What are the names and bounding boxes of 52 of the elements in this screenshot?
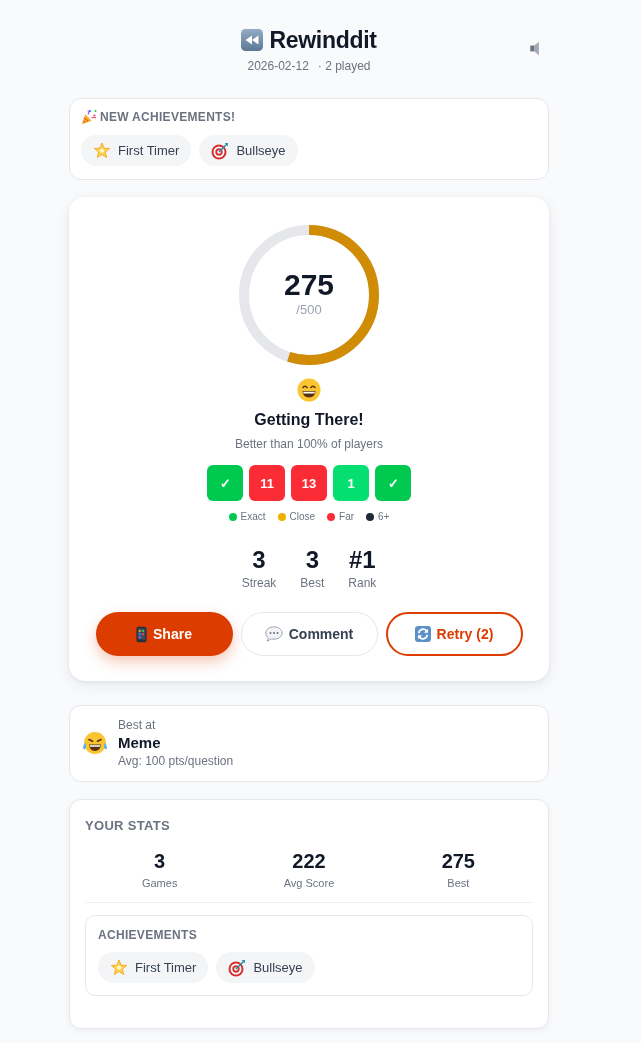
achievement-name: Bullseye [236, 143, 286, 158]
stat-label: Games [141, 876, 178, 890]
date-label: 2026-02-12 [247, 58, 309, 74]
speech-bubble-icon [264, 626, 283, 642]
result-tile: 11 [249, 465, 285, 501]
stat-value: 275 [441, 849, 475, 873]
best-at-caption: Best at [118, 717, 157, 733]
percentile-text: Better than 100% of players [234, 436, 384, 452]
result-tile: 1 [333, 465, 369, 501]
result-tile: ✓ [207, 465, 243, 501]
result-tile: ✓ [375, 465, 411, 501]
score-max: /500 [296, 302, 322, 318]
result-tile: 13 [291, 465, 327, 501]
stat-value: 3 [305, 547, 319, 573]
best-category-name: Meme [118, 733, 162, 753]
stat-label: Best [447, 876, 470, 890]
stat-label: Avg Score [283, 876, 335, 890]
target-icon [228, 958, 247, 977]
stat-value: 222 [292, 849, 326, 873]
comment-button[interactable]: Comment [240, 612, 378, 656]
party-popper-icon [81, 109, 97, 125]
retry-button[interactable]: Retry (2) [385, 612, 523, 656]
star-icon [110, 958, 128, 977]
rewind-icon [241, 29, 264, 51]
phone-icon [136, 625, 148, 643]
legend-label: Far [339, 510, 355, 524]
stat-label: Best [300, 575, 325, 591]
played-count: · 2 played [317, 58, 371, 74]
stat-label: Rank [348, 575, 377, 591]
refresh-icon [414, 626, 431, 642]
achievement-name: First Timer [135, 960, 197, 975]
stat-value: 3 [154, 849, 166, 873]
achievement-name: First Timer [118, 143, 180, 158]
best-average: Avg: 100 pts/question [118, 753, 234, 769]
score-value: 275 [283, 268, 335, 302]
app-title: Rewinddit [269, 26, 377, 54]
stat-label: Streak [241, 575, 277, 591]
stat-value: #1 [349, 547, 376, 573]
banner-heading: NEW ACHIEVEMENTS! [100, 109, 236, 125]
legend-label: 6+ [378, 510, 390, 524]
legend-label: Exact [240, 510, 266, 524]
verdict-title: Getting There! [254, 410, 364, 430]
stats-heading: YOUR STATS [85, 817, 171, 835]
star-icon [93, 141, 111, 160]
grinning-face-icon [297, 378, 321, 402]
legend-label: Close [289, 510, 316, 524]
share-button[interactable]: Share [95, 612, 233, 656]
laughing-tears-face-icon [82, 731, 108, 755]
stat-value: 3 [252, 547, 266, 573]
target-icon [211, 141, 230, 160]
achievements-heading: ACHIEVEMENTS [98, 927, 198, 943]
achievement-name: Bullseye [253, 960, 303, 975]
